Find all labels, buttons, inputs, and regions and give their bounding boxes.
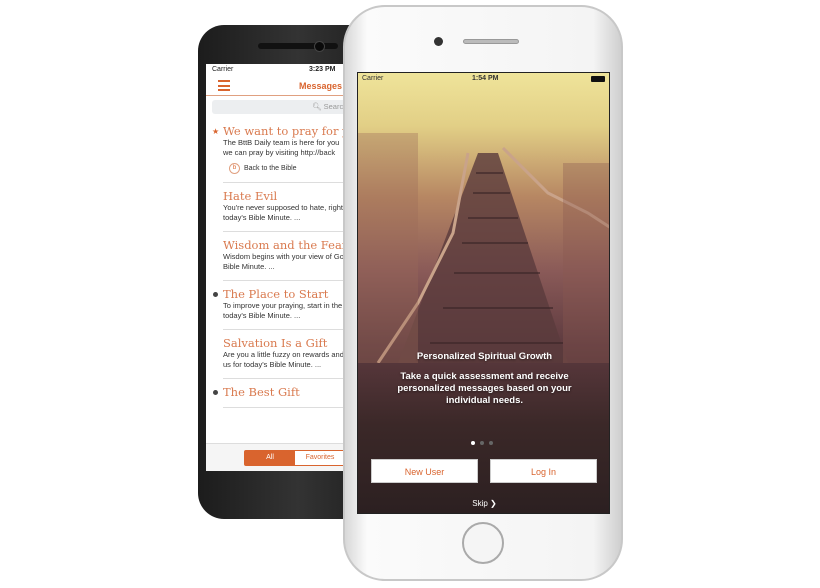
time: 3:23 PM [309, 66, 336, 73]
iphone: Carrier 1:54 PM Personalized Spiritual G… [343, 5, 623, 581]
tab-favorites[interactable]: Favorites [295, 451, 345, 465]
carrier: Carrier [212, 66, 234, 73]
home-button[interactable] [462, 522, 504, 564]
page-title: Messages [299, 81, 343, 91]
welcome-screen: Carrier 1:54 PM Personalized Spiritual G… [357, 72, 610, 514]
stairway-photo [358, 133, 609, 363]
tab-all[interactable]: All [245, 451, 295, 465]
skip-label: Skip [472, 499, 488, 508]
unread-dot-icon [213, 390, 218, 395]
time: 1:54 PM [472, 75, 499, 82]
heading: Personalized Spiritual Growth [416, 351, 553, 362]
filter-segmented-control: All Favorites [244, 450, 346, 466]
page-dot-1[interactable] [471, 441, 475, 445]
login-button[interactable]: Log In [490, 459, 597, 483]
battery-icon [591, 76, 605, 82]
star-icon: ★ [212, 127, 220, 136]
bible-logo-icon: b [229, 163, 240, 174]
unread-dot-icon [213, 292, 218, 297]
carrier: Carrier [362, 75, 384, 82]
page-dot-3[interactable] [489, 441, 493, 445]
status-bar: Carrier 1:54 PM [362, 75, 605, 85]
source-name: Back to the Bible [244, 165, 297, 172]
description: Take a quick assessment and receive pers… [397, 371, 572, 406]
front-camera [314, 41, 325, 52]
speaker [258, 43, 338, 49]
hamburger-menu-icon[interactable] [218, 80, 230, 91]
speaker [463, 39, 519, 44]
skip-button[interactable]: Skip ❯ [358, 499, 609, 508]
page-indicator[interactable] [471, 441, 493, 445]
page-dot-2[interactable] [480, 441, 484, 445]
chevron-right-icon: ❯ [490, 499, 497, 508]
front-camera [434, 37, 443, 46]
new-user-button[interactable]: New User [371, 459, 478, 483]
